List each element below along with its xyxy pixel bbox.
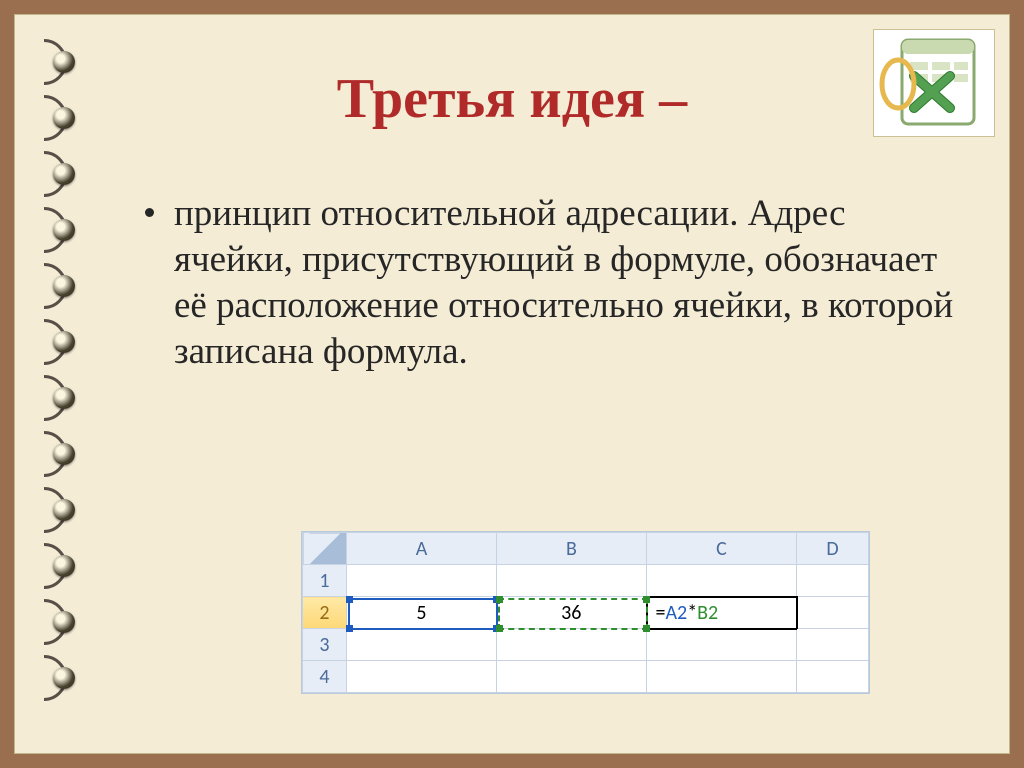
bullet-dot-icon <box>145 208 154 217</box>
row-header-3: 3 <box>303 629 347 661</box>
cell-a1 <box>347 565 497 597</box>
cell-d4 <box>797 661 869 693</box>
cell-a4 <box>347 661 497 693</box>
col-header-a: A <box>347 533 497 565</box>
cell-d2 <box>797 597 869 629</box>
row-header-1: 1 <box>303 565 347 597</box>
slide-outer-frame: Третья идея – принцип относительной адре… <box>0 0 1024 768</box>
row-header-4: 4 <box>303 661 347 693</box>
cell-d1 <box>797 565 869 597</box>
cell-b4 <box>497 661 647 693</box>
row-header-2: 2 <box>303 597 347 629</box>
slide-surface: Третья идея – принцип относительной адре… <box>14 14 1010 754</box>
select-all-corner <box>303 533 347 565</box>
cell-b1 <box>497 565 647 597</box>
cell-c2-formula: =A2*B2 <box>647 597 797 629</box>
cell-b3 <box>497 629 647 661</box>
col-header-b: B <box>497 533 647 565</box>
col-header-c: C <box>647 533 797 565</box>
bullet-item: принцип относительной адресации. Адрес я… <box>145 191 965 375</box>
cell-d3 <box>797 629 869 661</box>
col-header-d: D <box>797 533 869 565</box>
bullet-text: принцип относительной адресации. Адрес я… <box>174 191 965 375</box>
cell-a3 <box>347 629 497 661</box>
spiral-binding <box>27 33 107 737</box>
slide-title: Третья идея – <box>15 67 1009 131</box>
cell-b2: 36 <box>497 597 647 629</box>
cell-a2: 5 <box>347 597 497 629</box>
excel-grid-illustration: A B C D 1 2 5 36 =A2*B2 <box>301 531 870 694</box>
cell-c1 <box>647 565 797 597</box>
cell-c3 <box>647 629 797 661</box>
cell-c4 <box>647 661 797 693</box>
slide-body: принцип относительной адресации. Адрес я… <box>145 191 965 375</box>
